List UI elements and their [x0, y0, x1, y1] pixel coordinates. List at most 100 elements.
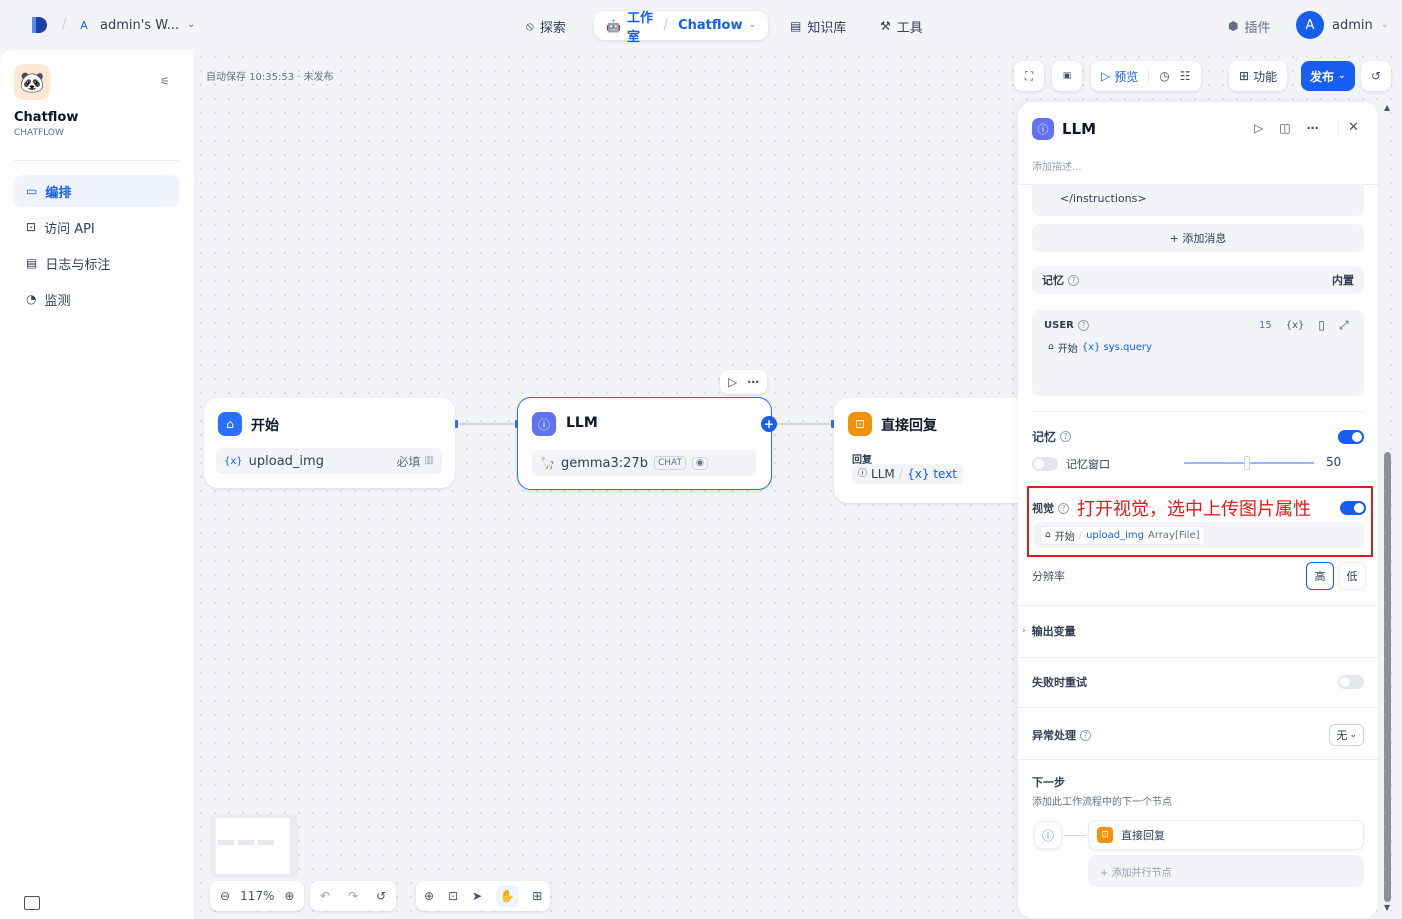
- answer-var-chip[interactable]: ⓘ LLM / {x} text: [852, 464, 964, 484]
- preview-button[interactable]: ▷ 预览: [1101, 68, 1138, 85]
- memory-window-value[interactable]: 50: [1326, 455, 1341, 469]
- workspace-switcher[interactable]: A admin's W... ⌄: [76, 14, 195, 36]
- resolution-high-button[interactable]: 高: [1306, 562, 1334, 590]
- nav-tools-label: 工具: [896, 20, 923, 36]
- instructions-block[interactable]: </instructions>: [1032, 184, 1364, 216]
- more-icon[interactable]: ⋯: [747, 376, 759, 388]
- panel-scrollbar[interactable]: ▲ ▼: [1382, 102, 1394, 918]
- nav-tools[interactable]: ⚒ 工具: [880, 12, 923, 40]
- vision-variable-selector[interactable]: ⌂ 开始 / upload_img Array[File]: [1034, 522, 1364, 548]
- minimap[interactable]: [210, 814, 298, 878]
- sidebar-item-monitor[interactable]: ◔ 监测: [14, 283, 179, 315]
- plugins-button[interactable]: ⬢ 插件: [1228, 12, 1271, 40]
- nav-studio[interactable]: 🤖 工作室 / Chatflow ⌄: [594, 11, 768, 45]
- memory-window-row: 记忆窗口 50: [1032, 455, 1364, 472]
- zoom-level[interactable]: 117%: [240, 889, 274, 903]
- close-icon[interactable]: ✕: [1348, 121, 1359, 134]
- nav-knowledge[interactable]: ▤ 知识库: [790, 12, 846, 40]
- hand-icon[interactable]: ✋: [496, 885, 519, 907]
- section-divider: [1018, 759, 1378, 760]
- memory-toggle[interactable]: [1338, 429, 1364, 444]
- start-node-title: 开始: [251, 418, 279, 434]
- nav-app-label[interactable]: Chatflow: [678, 18, 742, 33]
- dify-logo[interactable]: [30, 16, 48, 34]
- user-prompt-block[interactable]: USER ? 15 {x} ▯ ⤢ ⌂ 开始 {x} sys.query: [1032, 310, 1364, 396]
- scrollbar-thumb[interactable]: [1384, 452, 1391, 902]
- start-node[interactable]: ⌂ 开始 {x} upload_img 必填 ▥: [204, 398, 455, 488]
- pointer-icon[interactable]: ➤: [472, 890, 482, 902]
- help-icon[interactable]: ?: [1058, 502, 1069, 514]
- run-history-icon[interactable]: ◷: [1159, 70, 1169, 82]
- add-message-button[interactable]: + 添加消息: [1032, 224, 1364, 252]
- minimap-node: [258, 840, 274, 845]
- help-icon[interactable]: ?: [1077, 320, 1089, 331]
- sidebar-item-orchestrate[interactable]: ▭ 编排: [14, 175, 179, 207]
- redo-icon[interactable]: ↷: [348, 890, 358, 902]
- sidebar-item-logs[interactable]: ▤ 日志与标注: [14, 247, 179, 279]
- features-button[interactable]: ⊞ 功能: [1229, 61, 1288, 91]
- history-icon[interactable]: ↺: [376, 890, 386, 902]
- description-input[interactable]: 添加描述...: [1032, 158, 1082, 173]
- run-node-icon[interactable]: ▷: [728, 376, 737, 388]
- help-icon[interactable]: ?: [1060, 431, 1072, 442]
- zoom-in-icon[interactable]: ⊕: [284, 890, 294, 902]
- play-icon: ▷: [1101, 69, 1111, 83]
- publish-label: 发布: [1310, 69, 1335, 84]
- user-name: admin: [1332, 17, 1373, 33]
- clipboard-icon[interactable]: ▯: [1318, 319, 1325, 331]
- env-variables-button[interactable]: ▣: [1052, 61, 1082, 91]
- sidebar-item-api[interactable]: ⊡ 访问 API: [14, 211, 179, 243]
- expand-panel-icon[interactable]: [24, 896, 40, 910]
- start-variable[interactable]: {x} upload_img 必填 ▥: [216, 448, 442, 474]
- expand-icon[interactable]: ⤢: [1339, 319, 1349, 331]
- panel-title[interactable]: LLM: [1062, 120, 1096, 138]
- nav-explore[interactable]: ⦸ 探索: [526, 12, 566, 40]
- next-step-title: 下一步: [1032, 776, 1065, 789]
- add-note-icon[interactable]: ⊡: [448, 890, 458, 902]
- error-handling-select[interactable]: 无 ⌄: [1329, 724, 1364, 746]
- workspace-name: admin's W...: [100, 17, 179, 33]
- insert-variable-icon[interactable]: {x}: [1286, 320, 1305, 331]
- help-icon[interactable]: ?: [1068, 274, 1079, 286]
- more-icon[interactable]: ⋯: [1307, 122, 1319, 134]
- output-variables-toggle[interactable]: › 输出变量: [1022, 623, 1076, 639]
- brain-icon: ⓘ: [1034, 821, 1062, 849]
- add-block-icon[interactable]: ⊕: [424, 890, 434, 902]
- grid-icon: ⊞: [1239, 69, 1250, 83]
- add-node-handle[interactable]: +: [761, 416, 777, 432]
- section-divider: [1018, 657, 1378, 658]
- slider-thumb[interactable]: [1244, 456, 1250, 470]
- resolution-low-button[interactable]: 低: [1338, 562, 1366, 590]
- hammer-icon: ⚒: [880, 19, 891, 33]
- help-icon[interactable]: ?: [1080, 729, 1091, 741]
- checklist-icon[interactable]: ☷: [1180, 70, 1191, 82]
- cube-icon: ⬢: [1228, 19, 1239, 33]
- llm-model-chip[interactable]: 🦙 gemma3:27b CHAT ◉: [532, 450, 756, 476]
- panel-actions: ▷ ◫ ⋯: [1254, 122, 1319, 134]
- scroll-down-icon[interactable]: ▼: [1384, 904, 1390, 912]
- nav-studio-label: 工作室: [626, 10, 653, 45]
- version-history-button[interactable]: ↺: [1361, 61, 1391, 91]
- collapse-sidebar-icon[interactable]: ⚟: [160, 76, 170, 87]
- answer-node[interactable]: ⊡ 直接回复 回复 ⓘ LLM / {x} text: [834, 398, 1034, 503]
- retry-toggle[interactable]: [1338, 675, 1364, 689]
- add-message-label: + 添加消息: [1169, 232, 1227, 245]
- undo-icon[interactable]: ↶: [320, 890, 330, 902]
- publish-button[interactable]: 发布 ⌄: [1301, 61, 1355, 91]
- ollama-icon: 🦙: [540, 456, 555, 470]
- memory-window-toggle[interactable]: [1032, 457, 1058, 471]
- sidebar-item-label: 监测: [44, 293, 71, 309]
- run-node-icon[interactable]: ▷: [1254, 122, 1263, 134]
- vision-toggle[interactable]: [1340, 501, 1366, 515]
- scroll-up-icon[interactable]: ▲: [1384, 104, 1390, 112]
- next-node-item[interactable]: ⊡ 直接回复: [1088, 820, 1364, 850]
- memory-section: 记忆 ?: [1032, 428, 1364, 445]
- user-src-var: {x} sys.query: [1081, 342, 1152, 353]
- organize-icon[interactable]: ⊞: [532, 890, 542, 902]
- llm-node[interactable]: ⓘ LLM 🦙 gemma3:27b CHAT ◉ +: [517, 397, 777, 490]
- user-menu[interactable]: A admin ⌄: [1296, 10, 1388, 40]
- zoom-out-icon[interactable]: ⊖: [220, 890, 230, 902]
- help-book-icon[interactable]: ◫: [1279, 122, 1290, 134]
- add-parallel-node-button[interactable]: + 添加并行节点: [1088, 855, 1364, 887]
- brain-icon: ⓘ: [1032, 118, 1054, 140]
